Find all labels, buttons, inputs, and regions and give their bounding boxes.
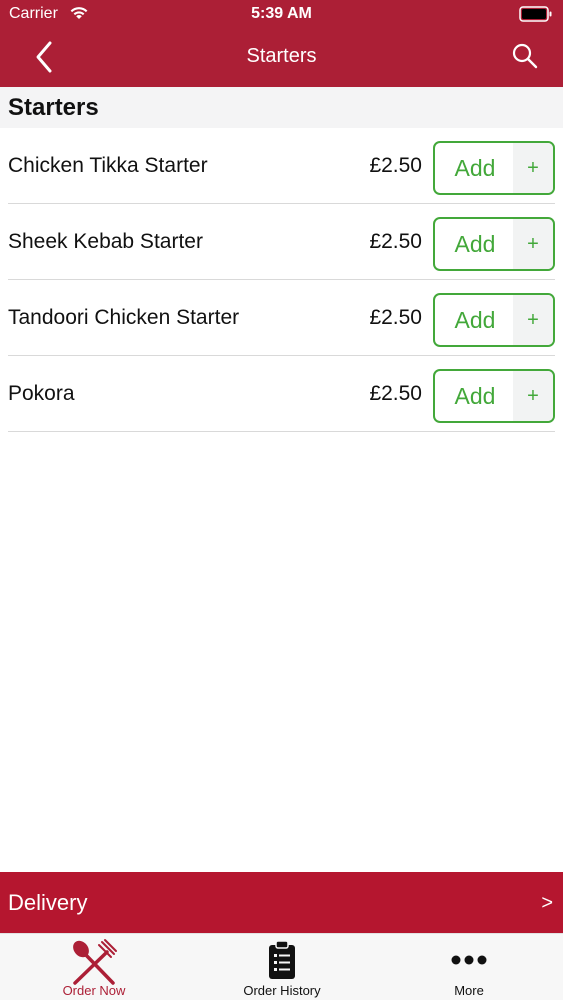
item-name: Chicken Tikka Starter	[8, 154, 208, 177]
add-button-label: Add	[454, 382, 496, 409]
tab-order-history[interactable]: Order History	[188, 934, 376, 1000]
list-item: Pokora £2.50 Add +	[0, 356, 563, 432]
add-button[interactable]: Add +	[433, 141, 555, 195]
app-header: Carrier 5:39 AM Starters	[0, 0, 563, 87]
menu-list: Chicken Tikka Starter £2.50 Add + Sheek …	[0, 128, 563, 432]
navigation-bar: Starters	[0, 28, 563, 87]
fork-spoon-icon	[73, 939, 117, 985]
plus-icon: +	[513, 371, 553, 421]
tab-order-now[interactable]: Order Now	[0, 934, 188, 1000]
plus-icon: +	[513, 143, 553, 193]
clipboard-list-icon	[269, 940, 295, 979]
section-title: Starters	[8, 94, 99, 121]
tab-bar: Order Now Order History More	[0, 933, 563, 1000]
item-price: £2.50	[369, 306, 422, 329]
status-time: 5:39 AM	[251, 5, 312, 22]
list-item: Chicken Tikka Starter £2.50 Add +	[0, 128, 563, 204]
item-name: Pokora	[8, 382, 75, 405]
add-button-label: Add	[454, 230, 496, 257]
list-item: Sheek Kebab Starter £2.50 Add +	[0, 204, 563, 280]
add-button[interactable]: Add +	[433, 369, 555, 423]
item-name: Tandoori Chicken Starter	[8, 306, 240, 329]
tab-more[interactable]: More	[375, 934, 563, 1000]
search-icon[interactable]	[511, 42, 539, 70]
item-price: £2.50	[369, 230, 422, 253]
delivery-label: Delivery	[8, 890, 88, 915]
delivery-button[interactable]: Delivery >	[0, 872, 563, 933]
battery-icon	[519, 6, 552, 22]
plus-icon: +	[513, 219, 553, 269]
item-name: Sheek Kebab Starter	[8, 230, 203, 253]
page-title: Starters	[246, 45, 317, 67]
add-button-label: Add	[454, 306, 496, 333]
section-header: Starters	[0, 87, 563, 128]
add-button-label: Add	[454, 154, 496, 181]
tab-label: Order History	[243, 983, 321, 998]
tab-label: Order Now	[62, 983, 126, 998]
item-price: £2.50	[369, 154, 422, 177]
add-button[interactable]: Add +	[433, 293, 555, 347]
add-button[interactable]: Add +	[433, 217, 555, 271]
chevron-right-icon: >	[541, 892, 553, 914]
more-dots-icon	[451, 955, 487, 965]
list-item: Tandoori Chicken Starter £2.50 Add +	[0, 280, 563, 356]
plus-icon: +	[513, 295, 553, 345]
status-bar: Carrier 5:39 AM	[0, 0, 563, 28]
item-price: £2.50	[369, 382, 422, 405]
tab-label: More	[454, 983, 484, 998]
